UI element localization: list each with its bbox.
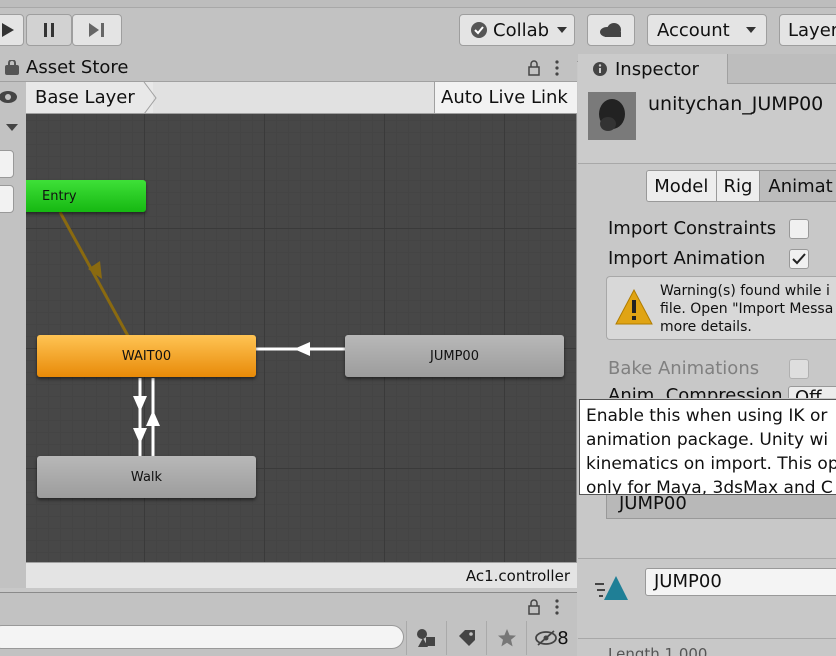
eye-icon[interactable] [0, 90, 18, 104]
arrowhead-icon [133, 396, 147, 412]
import-constraints-checkbox[interactable] [789, 219, 809, 239]
state-entry[interactable]: Entry [26, 180, 146, 212]
layers-label: Layer [788, 19, 836, 41]
state-jump00[interactable]: JUMP00 [345, 335, 564, 377]
import-constraints-label: Import Constraints [608, 218, 777, 239]
pause-button[interactable] [26, 14, 72, 46]
tooltip-line: Enable this when using IK or [586, 406, 828, 426]
arrowhead-icon [294, 342, 310, 356]
warning-line: more details. [660, 319, 752, 335]
state-machine-graph[interactable]: Entry WAIT00 JUMP00 Walk [26, 114, 576, 562]
model-thumbnail [588, 92, 636, 140]
project-panel: 8 [0, 592, 577, 656]
inspector-tab-label: Inspector [615, 58, 699, 80]
tooltip-line: animation package. Unity wi [586, 430, 829, 450]
chevron-down-icon [745, 27, 756, 33]
eye-slash-icon [535, 630, 558, 646]
anim-compression-row: Anim. Compression Off [578, 384, 836, 398]
lock-icon[interactable] [527, 599, 541, 615]
graph-footer: Ac1.controller [26, 562, 577, 588]
account-label: Account [657, 19, 730, 41]
window-tab-bar: Asset Store [0, 54, 577, 82]
play-icon [2, 23, 14, 37]
tab-model[interactable]: Model [647, 171, 717, 201]
account-dropdown[interactable]: Account [647, 14, 767, 46]
auto-live-link-button[interactable]: Auto Live Link [434, 82, 577, 113]
filter-by-type-button[interactable] [406, 621, 446, 655]
window-top-strip [0, 0, 836, 8]
collab-label: Collab [493, 19, 550, 41]
bake-animations-label: Bake Animations [608, 358, 760, 379]
cloud-icon [600, 23, 621, 37]
chevron-down-icon[interactable] [6, 124, 18, 132]
check-circle-icon [471, 22, 487, 38]
shopping-bag-icon [5, 59, 19, 75]
tooltip-line: kinematics on import. This op [586, 454, 836, 474]
state-wait00[interactable]: WAIT00 [37, 335, 256, 377]
tooltip-line: only for Maya, 3dsMax and C [586, 478, 833, 495]
asset-store-tab[interactable]: Asset Store [26, 57, 129, 78]
pause-icon [44, 23, 54, 37]
warning-helpbox: Warning(s) found while i file. Open "Imp… [606, 276, 836, 340]
lock-icon[interactable] [527, 60, 541, 76]
step-button[interactable] [72, 14, 122, 46]
clip-length-text: Length 1.000 [608, 645, 708, 656]
tab-rig[interactable]: Rig [716, 171, 761, 201]
search-input[interactable] [0, 625, 404, 649]
star-icon [497, 629, 516, 647]
controller-path: Ac1.controller [465, 566, 570, 585]
breadcrumb-separator [143, 82, 157, 114]
layers-sidebar [0, 82, 26, 588]
favorites-button[interactable] [486, 621, 526, 655]
tag-icon [458, 630, 475, 646]
divider [578, 558, 836, 559]
hidden-count: 8 [557, 627, 569, 649]
anim-compression-label: Anim. Compression [608, 385, 783, 398]
warning-line: file. Open "Import Messa [660, 301, 834, 317]
tooltip: Enable this when using IK or animation p… [579, 399, 836, 495]
main-toolbar: Collab Account Layer [0, 0, 836, 62]
arrowhead-icon [146, 410, 160, 426]
hidden-packages-button[interactable]: 8 [526, 621, 577, 655]
collab-button[interactable]: Collab [459, 14, 575, 46]
head-icon [599, 99, 625, 131]
inspector-window: Inspector unitychan_JUMP00 Model Rig Ani… [578, 54, 836, 656]
shapes-icon [416, 629, 435, 647]
breadcrumb[interactable]: Base Layer [26, 82, 153, 113]
chevron-down-icon [557, 27, 568, 33]
asset-name: unitychan_JUMP00 [648, 93, 824, 115]
more-menu-icon[interactable] [554, 60, 560, 76]
more-menu-icon[interactable] [554, 599, 560, 615]
breadcrumb-base-layer: Base Layer [35, 87, 135, 108]
warning-icon [615, 289, 653, 325]
parameter-field[interactable] [0, 185, 14, 213]
warning-line: Warning(s) found while i [660, 283, 830, 299]
arrowhead-icon [133, 428, 147, 444]
bake-animations-checkbox[interactable] [789, 359, 809, 379]
step-icon [89, 23, 104, 37]
auto-live-link-label: Auto Live Link [441, 87, 568, 108]
filter-by-label-button[interactable] [446, 621, 486, 655]
importer-tabs: Model Rig Animat [646, 170, 836, 202]
state-walk[interactable]: Walk [37, 456, 256, 498]
clip-name-field[interactable]: JUMP00 [645, 568, 836, 596]
layers-dropdown[interactable]: Layer [779, 14, 836, 46]
animation-clip-icon [595, 576, 628, 600]
tab-animation[interactable]: Animat [760, 171, 836, 201]
length-row: Length 1.000 [578, 639, 836, 656]
inspector-header: unitychan_JUMP00 [578, 84, 836, 164]
info-icon [593, 62, 607, 76]
anim-compression-dropdown[interactable]: Off [788, 386, 836, 398]
breadcrumb-bar: Base Layer Auto Live Link [26, 82, 577, 114]
play-button[interactable] [0, 14, 24, 46]
checkmark-icon [792, 253, 806, 265]
import-animation-checkbox[interactable] [789, 249, 809, 269]
import-animation-label: Import Animation [608, 248, 766, 269]
layer-weight-field[interactable] [0, 150, 14, 178]
cloud-button[interactable] [587, 14, 635, 46]
clip-list-item[interactable]: JUMP00 [606, 495, 836, 519]
tab-bar-empty [728, 54, 836, 84]
inspector-tab[interactable]: Inspector [578, 54, 728, 84]
transition-entry-wait[interactable] [58, 211, 130, 337]
